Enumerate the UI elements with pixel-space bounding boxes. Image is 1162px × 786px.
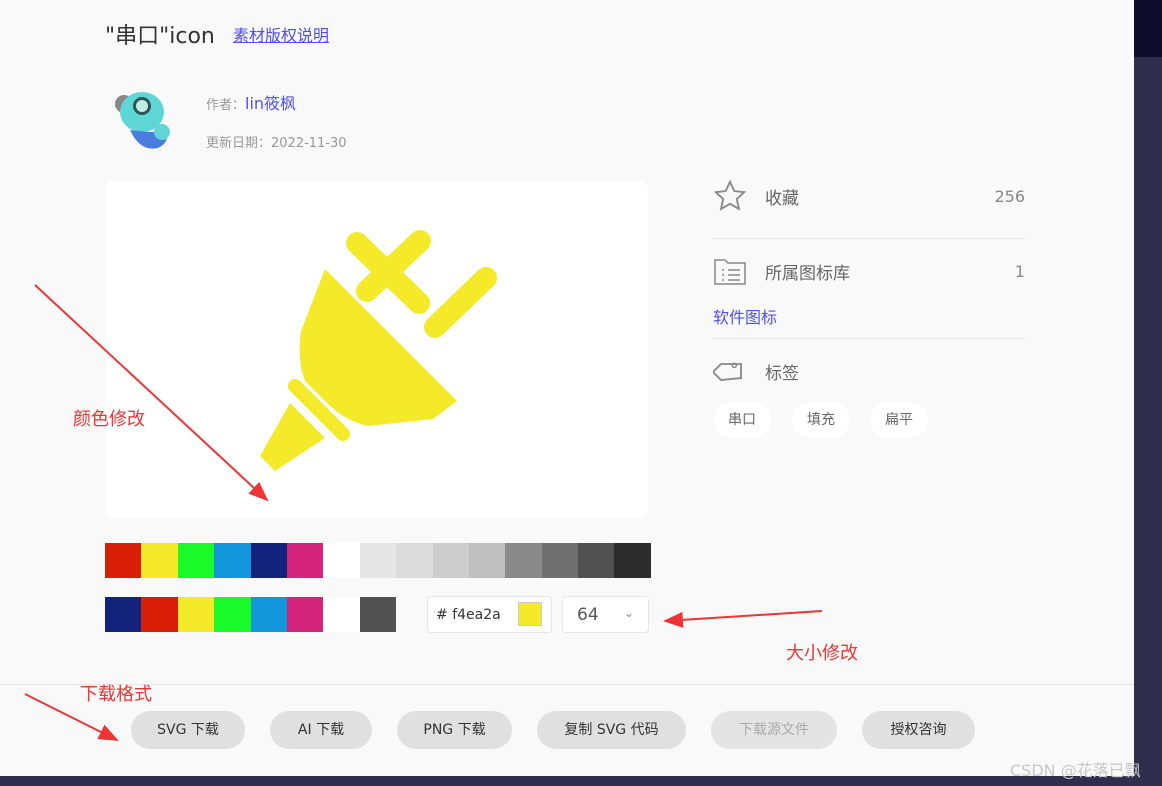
update-date: 更新日期：2022-11-30 bbox=[206, 132, 347, 151]
palette-row-2 bbox=[105, 597, 397, 632]
folder-list-icon bbox=[714, 259, 746, 285]
author-name-link[interactable]: lin筱枫 bbox=[245, 94, 296, 113]
color-swatch[interactable] bbox=[105, 597, 142, 632]
date-value: 2022-11-30 bbox=[271, 136, 347, 151]
color-swatch[interactable] bbox=[614, 543, 651, 578]
png-download-button[interactable]: PNG 下载 bbox=[397, 711, 512, 749]
divider bbox=[713, 238, 1025, 239]
color-swatch[interactable] bbox=[396, 543, 433, 578]
annotation-color: 颜色修改 bbox=[73, 409, 145, 430]
hex-value: f4ea2a bbox=[452, 606, 501, 623]
background-header bbox=[1134, 0, 1162, 57]
author-label: 作者： bbox=[206, 98, 246, 113]
color-swatch[interactable] bbox=[105, 543, 142, 578]
color-swatch[interactable] bbox=[141, 597, 178, 632]
color-swatch[interactable] bbox=[432, 543, 469, 578]
color-swatch[interactable] bbox=[250, 543, 287, 578]
icon-preview bbox=[105, 181, 648, 518]
color-swatch[interactable] bbox=[541, 543, 579, 578]
plug-icon bbox=[260, 230, 497, 471]
color-swatch[interactable] bbox=[323, 597, 360, 632]
favorite-count: 256 bbox=[994, 186, 1025, 206]
footer-divider bbox=[0, 684, 1134, 685]
color-swatch[interactable] bbox=[359, 597, 397, 632]
color-swatch[interactable] bbox=[323, 543, 360, 578]
color-hex-input[interactable]: # f4ea2a bbox=[427, 596, 552, 633]
library-label: 所属图标库 bbox=[765, 263, 850, 284]
color-swatch[interactable] bbox=[214, 543, 251, 578]
color-swatch[interactable] bbox=[359, 543, 397, 578]
license-consult-button[interactable]: 授权咨询 bbox=[862, 711, 975, 749]
library-count: 1 bbox=[1014, 261, 1025, 281]
favorite-label: 收藏 bbox=[765, 188, 799, 209]
palette-row-1 bbox=[105, 543, 651, 578]
color-swatch[interactable] bbox=[177, 543, 215, 578]
tag-chip[interactable]: 填充 bbox=[792, 402, 850, 438]
tag-icon bbox=[713, 362, 742, 381]
tags-label: 标签 bbox=[765, 363, 799, 384]
color-swatch[interactable] bbox=[141, 543, 178, 578]
icon-detail-modal: "串口"icon 素材版权说明 作者：lin筱枫 更新日期：2022-11-30… bbox=[0, 0, 1134, 776]
date-label: 更新日期： bbox=[206, 136, 272, 151]
divider bbox=[713, 338, 1025, 339]
favorite-row[interactable]: 收藏 256 bbox=[713, 176, 1025, 216]
tags-row: 标签 bbox=[713, 351, 1025, 391]
color-swatch[interactable] bbox=[505, 543, 542, 578]
color-swatch[interactable] bbox=[214, 597, 251, 632]
tag-chip[interactable]: 扁平 bbox=[870, 402, 928, 438]
size-value: 64 bbox=[577, 605, 599, 625]
color-swatch[interactable] bbox=[468, 543, 506, 578]
author-info: 作者：lin筱枫 bbox=[206, 90, 296, 114]
library-link[interactable]: 软件图标 bbox=[713, 304, 777, 328]
color-swatch[interactable] bbox=[578, 543, 615, 578]
ai-download-button[interactable]: AI 下载 bbox=[270, 711, 372, 749]
color-swatch[interactable] bbox=[177, 597, 215, 632]
page-title: "串口"icon bbox=[105, 24, 215, 49]
color-swatch[interactable] bbox=[286, 597, 324, 632]
size-select[interactable]: 64 ⌄ bbox=[562, 596, 649, 633]
color-swatch[interactable] bbox=[286, 543, 324, 578]
copy-svg-code-button[interactable]: 复制 SVG 代码 bbox=[537, 711, 686, 749]
author-avatar bbox=[115, 92, 170, 149]
current-color-swatch[interactable] bbox=[518, 602, 542, 626]
hash-symbol: # bbox=[436, 606, 448, 623]
svg-download-button[interactable]: SVG 下载 bbox=[131, 711, 245, 749]
color-swatch[interactable] bbox=[250, 597, 287, 632]
chevron-down-icon: ⌄ bbox=[623, 606, 634, 620]
tag-chip[interactable]: 串口 bbox=[713, 402, 771, 438]
copyright-link[interactable]: 素材版权说明 bbox=[233, 22, 329, 46]
annotation-size: 大小修改 bbox=[786, 643, 858, 664]
annotation-format: 下载格式 bbox=[80, 684, 152, 705]
watermark: CSDN @花落已飘 bbox=[1010, 761, 1141, 780]
star-icon bbox=[713, 179, 747, 211]
library-row: 所属图标库 1 bbox=[713, 251, 1025, 291]
download-source-button[interactable]: 下载源文件 bbox=[711, 711, 837, 749]
